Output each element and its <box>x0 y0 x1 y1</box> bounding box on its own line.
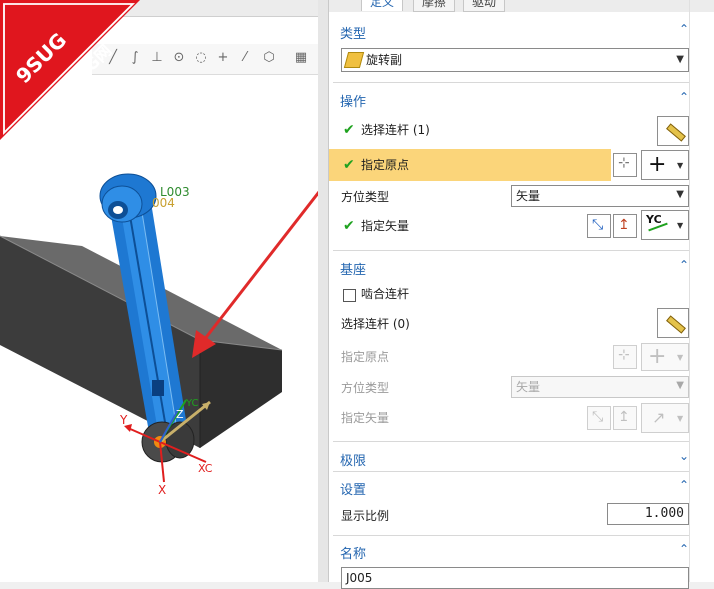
point-dialog-button[interactable]: ⊹ <box>613 153 637 177</box>
plus-icon: + <box>648 344 667 369</box>
check-icon: ✔ <box>343 157 355 173</box>
point-inferred-dropdown[interactable]: + ▼ <box>641 150 689 180</box>
revolute-joint-icon <box>343 52 365 68</box>
display-scale-input[interactable]: 1.000 <box>607 503 689 525</box>
operation-select-link-label: 选择连杆 (1) <box>361 123 430 137</box>
panel-scrollbar-track[interactable] <box>689 0 690 582</box>
base-origin-label: 指定原点 <box>341 350 390 364</box>
axis-label-z: Z <box>176 408 184 421</box>
base-snap-link-row[interactable]: 啮合连杆 <box>329 283 689 309</box>
vector-dialog-button[interactable]: ↥ <box>613 214 637 238</box>
reverse-direction-button[interactable]: ⤡ <box>587 214 611 238</box>
section-limits-title: 极限 <box>340 454 367 469</box>
chevron-up-icon: ⌃ <box>679 478 690 492</box>
section-base-header[interactable]: 基座 ⌃ <box>329 256 689 278</box>
section-base-title: 基座 <box>340 263 367 278</box>
dropdown-arrow-icon: ▼ <box>677 353 684 362</box>
dropdown-arrow-icon: ▼ <box>676 189 684 200</box>
operation-origin-label: 指定原点 <box>361 158 410 172</box>
section-settings-title: 设置 <box>340 483 367 498</box>
link-pencil-icon <box>666 123 686 142</box>
section-operation-title: 操作 <box>340 95 367 110</box>
graphics-viewport[interactable]: ╱ ∫ ⊥ ⊙ ◌ + ⁄ ⬡ ▦ L003 004 Y X Z XC YC 9… <box>0 0 318 582</box>
dropdown-arrow-icon: ▼ <box>677 161 684 170</box>
point-constructor-icon: ⊹ <box>618 347 630 363</box>
operation-orient-label: 方位类型 <box>341 190 390 204</box>
name-value: J005 <box>346 571 373 585</box>
operation-orient-combo[interactable]: 矢量 ▼ <box>511 185 689 207</box>
vector-yc-label: YC <box>646 213 662 226</box>
section-name-header[interactable]: 名称 ⌃ <box>329 540 689 562</box>
base-reverse-direction-button: ⤡ <box>587 406 611 430</box>
dropdown-arrow-icon: ▼ <box>677 221 684 230</box>
reverse-direction-icon: ⤡ <box>592 217 604 233</box>
check-icon: ✔ <box>343 122 355 138</box>
operation-select-link-row[interactable]: ✔ 选择连杆 (1) <box>329 118 689 144</box>
base-block-side <box>200 340 282 448</box>
axis-label-y: Y <box>119 413 128 427</box>
panel-splitter[interactable] <box>318 0 328 582</box>
base-select-link-label: 选择连杆 (0) <box>341 317 410 331</box>
point-constructor-icon: ⊹ <box>618 155 630 171</box>
chevron-up-icon: ⌃ <box>679 542 690 556</box>
display-scale-value: 1.000 <box>644 506 684 521</box>
vector-inferred-dropdown[interactable]: YC ▼ <box>641 210 689 240</box>
section-name-title: 名称 <box>340 547 367 562</box>
dropdown-arrow-icon: ▼ <box>676 54 684 65</box>
tab-definition[interactable]: 定义 <box>361 0 404 11</box>
base-snap-link-checkbox[interactable] <box>343 289 356 302</box>
base-orient-value: 矢量 <box>516 380 541 394</box>
operation-vector-label: 指定矢量 <box>361 219 410 233</box>
section-type-title: 类型 <box>340 27 367 42</box>
link-pencil-icon <box>666 315 686 334</box>
link-label-004: 004 <box>152 196 175 210</box>
chevron-up-icon: ⌃ <box>679 22 690 36</box>
base-vector-dropdown: ↗ ▼ <box>641 403 689 433</box>
vector-constructor-icon: ↥ <box>618 217 630 233</box>
reverse-direction-icon: ⤡ <box>592 409 604 425</box>
base-orient-label: 方位类型 <box>341 381 390 395</box>
vector-arrow-icon: ↗ <box>652 408 666 427</box>
vector-constructor-icon: ↥ <box>618 409 630 425</box>
base-vector-dialog-button: ↥ <box>613 406 637 430</box>
chevron-down-icon: ⌄ <box>679 449 690 463</box>
plus-icon: + <box>648 152 667 177</box>
operation-orient-value: 矢量 <box>516 189 541 203</box>
base-vector-label: 指定矢量 <box>341 411 390 425</box>
axis-label-x: X <box>158 483 166 497</box>
type-combo-value: 旋转副 <box>366 53 403 67</box>
axis-label-xc: XC <box>198 462 213 475</box>
section-limits-header[interactable]: 极限 ⌄ <box>329 447 689 469</box>
annotation-arrow <box>192 190 318 358</box>
section-type-header[interactable]: 类型 ⌃ <box>329 20 689 42</box>
base-point-dropdown: + ▼ <box>641 343 689 371</box>
check-icon: ✔ <box>343 218 355 234</box>
tab-driver[interactable]: 驱动 <box>463 0 506 12</box>
operation-select-link-button[interactable] <box>657 116 689 146</box>
joint-dialog: 定义 摩擦 驱动 类型 ⌃ 旋转副 ▼ 操作 ⌃ ✔ 选择连杆 (1) ✔ 指定… <box>328 0 714 589</box>
name-input[interactable]: J005 <box>341 567 689 589</box>
base-point-dialog-button: ⊹ <box>613 345 637 369</box>
section-operation-header[interactable]: 操作 ⌃ <box>329 88 689 110</box>
tab-friction[interactable]: 摩擦 <box>413 0 456 12</box>
tab-bar: 定义 摩擦 驱动 <box>329 0 714 12</box>
site-watermark: 9SUG 学UG就上UG网 <box>0 0 140 140</box>
dropdown-arrow-icon: ▼ <box>677 414 684 423</box>
base-orient-combo: 矢量 ▼ <box>511 376 689 398</box>
chevron-up-icon: ⌃ <box>679 90 690 104</box>
base-select-link-button[interactable] <box>657 308 689 338</box>
base-snap-link-label: 啮合连杆 <box>361 287 410 301</box>
display-scale-label: 显示比例 <box>341 509 390 523</box>
axis-label-yc: YC <box>185 398 199 409</box>
type-combo[interactable]: 旋转副 ▼ <box>341 48 689 72</box>
section-settings-header[interactable]: 设置 ⌃ <box>329 476 689 498</box>
chevron-up-icon: ⌃ <box>679 258 690 272</box>
dropdown-arrow-icon: ▼ <box>676 380 684 391</box>
base-select-link-row[interactable]: 选择连杆 (0) <box>329 312 689 338</box>
